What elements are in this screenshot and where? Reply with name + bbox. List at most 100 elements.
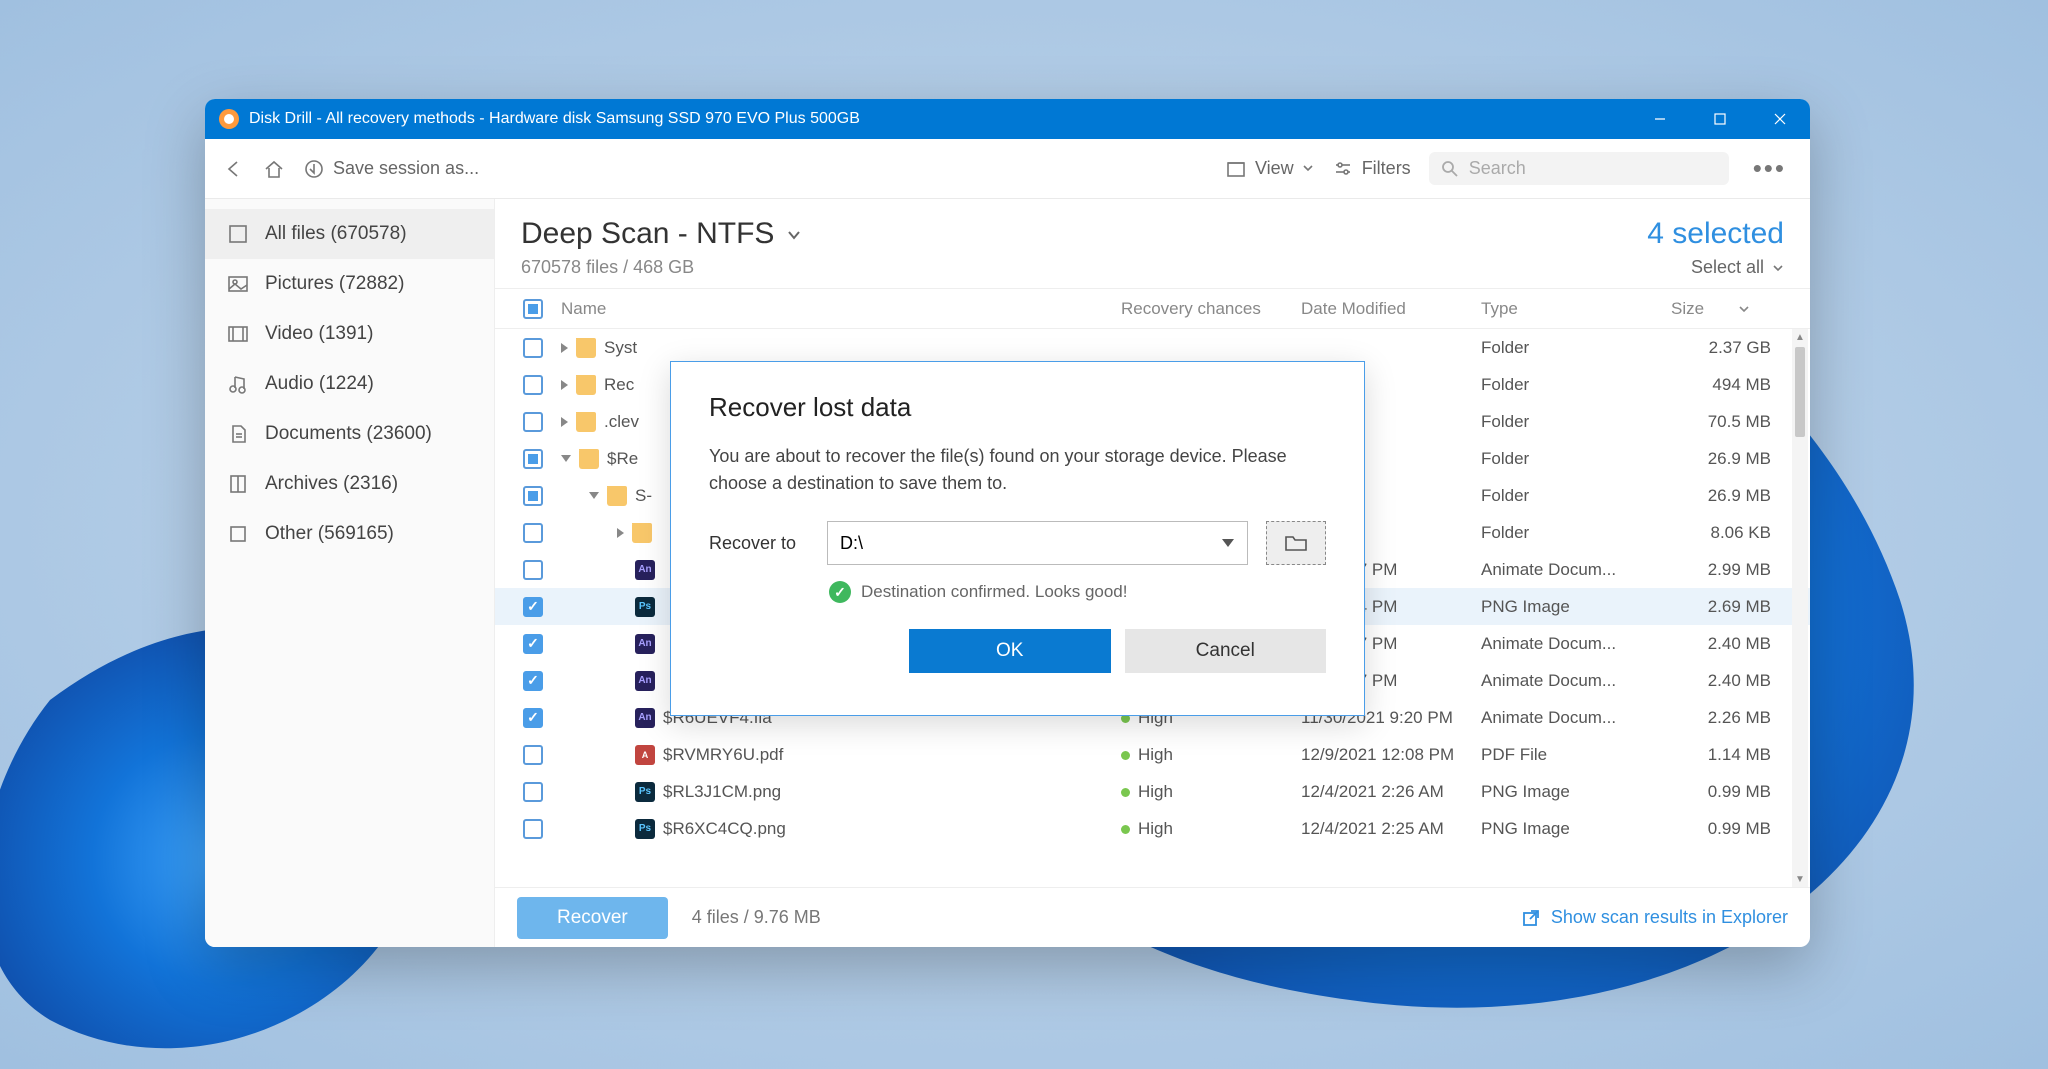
row-checkbox[interactable] [523,560,543,580]
file-type: PNG Image [1471,819,1661,839]
file-name: $RL3J1CM.png [663,782,781,802]
browse-folder-button[interactable] [1266,521,1326,565]
cancel-button[interactable]: Cancel [1125,629,1327,673]
toolbar: Save session as... View Filters Search •… [205,139,1810,199]
row-checkbox[interactable] [523,745,543,765]
save-session-button[interactable]: Save session as... [303,158,479,180]
chevron-down-icon [786,217,802,251]
recover-dialog: Recover lost data You are about to recov… [670,361,1365,716]
expand-caret-icon[interactable] [561,380,568,390]
search-placeholder: Search [1469,158,1526,179]
scrollbar[interactable]: ▲ ▼ [1792,329,1808,887]
row-checkbox[interactable] [523,449,543,469]
header-checkbox[interactable] [523,299,543,319]
show-in-explorer-link[interactable]: Show scan results in Explorer [1521,907,1788,928]
col-name[interactable]: Name [551,299,1111,319]
row-checkbox[interactable] [523,782,543,802]
file-name: .clev [604,412,639,432]
scroll-thumb[interactable] [1795,347,1805,437]
scan-subtitle: 670578 files / 468 GB [521,257,802,278]
sidebar-item-documents[interactable]: Documents (23600) [205,409,494,459]
file-size: 70.5 MB [1661,412,1791,432]
expand-caret-icon[interactable] [617,528,624,538]
file-name: $RVMRY6U.pdf [663,745,783,765]
row-checkbox[interactable] [523,597,543,617]
pdf-icon: A [635,745,655,765]
home-button[interactable] [263,158,285,180]
file-size: 2.40 MB [1661,671,1791,691]
an-icon: An [635,560,655,580]
archives-icon [227,473,249,495]
col-date[interactable]: Date Modified [1291,299,1471,319]
scroll-down-icon[interactable]: ▼ [1792,871,1808,887]
col-recovery[interactable]: Recovery chances [1111,299,1291,319]
expand-caret-icon[interactable] [561,417,568,427]
table-header: Name Recovery chances Date Modified Type… [495,289,1810,329]
recover-button[interactable]: Recover [517,897,668,939]
scroll-up-icon[interactable]: ▲ [1792,329,1808,345]
row-checkbox[interactable] [523,375,543,395]
file-type: PNG Image [1471,782,1661,802]
sidebar-item-other[interactable]: Other (569165) [205,509,494,559]
sidebar: All files (670578) Pictures (72882) Vide… [205,199,495,947]
col-type[interactable]: Type [1471,299,1661,319]
sidebar-item-archives[interactable]: Archives (2316) [205,459,494,509]
main-header: Deep Scan - NTFS 670578 files / 468 GB 4… [495,199,1810,288]
ok-button[interactable]: OK [909,629,1111,673]
table-row[interactable]: Ps$RL3J1CM.pngHigh12/4/2021 2:26 AMPNG I… [495,773,1810,810]
minimize-button[interactable] [1630,99,1690,139]
row-checkbox[interactable] [523,412,543,432]
filters-button[interactable]: Filters [1332,158,1411,180]
documents-icon [227,423,249,445]
expand-caret-icon[interactable] [589,492,599,499]
file-size: 26.9 MB [1661,486,1791,506]
back-button[interactable] [223,158,245,180]
titlebar[interactable]: Disk Drill - All recovery methods - Hard… [205,99,1810,139]
file-type: PNG Image [1471,597,1661,617]
file-type: Animate Docum... [1471,671,1661,691]
sidebar-item-audio[interactable]: Audio (1224) [205,359,494,409]
dialog-body: You are about to recover the file(s) fou… [709,443,1326,497]
table-row[interactable]: Ps$R6XC4CQ.pngHigh12/4/2021 2:25 AMPNG I… [495,810,1810,847]
file-name: $Re [607,449,638,469]
chevron-down-icon [1739,304,1749,314]
close-button[interactable] [1750,99,1810,139]
search-input[interactable]: Search [1429,152,1729,185]
sidebar-item-all-files[interactable]: All files (670578) [205,209,494,259]
more-button[interactable]: ••• [1747,153,1792,184]
row-checkbox[interactable] [523,486,543,506]
pictures-icon [227,273,249,295]
recovery-chance: High [1138,819,1173,838]
select-all-button[interactable]: Select all [1647,257,1784,278]
folder-icon [1284,533,1308,553]
sidebar-item-pictures[interactable]: Pictures (72882) [205,259,494,309]
scan-title[interactable]: Deep Scan - NTFS [521,217,802,251]
search-icon [1441,160,1459,178]
view-button[interactable]: View [1225,158,1314,180]
chevron-down-icon [1302,158,1314,179]
audio-icon [227,373,249,395]
expand-caret-icon[interactable] [561,343,568,353]
row-checkbox[interactable] [523,634,543,654]
folder-icon [607,486,627,506]
row-checkbox[interactable] [523,708,543,728]
table-row[interactable]: A$RVMRY6U.pdfHigh12/9/2021 12:08 PMPDF F… [495,736,1810,773]
row-checkbox[interactable] [523,338,543,358]
folder-icon [576,375,596,395]
recover-to-select[interactable]: D:\ [827,521,1248,565]
status-dot-icon [1121,788,1130,797]
folder-icon [576,338,596,358]
row-checkbox[interactable] [523,819,543,839]
sidebar-item-video[interactable]: Video (1391) [205,309,494,359]
col-size[interactable]: Size [1661,299,1791,319]
file-name: Rec [604,375,634,395]
dialog-title: Recover lost data [709,392,1326,423]
row-checkbox[interactable] [523,523,543,543]
maximize-button[interactable] [1690,99,1750,139]
folder-icon [632,523,652,543]
expand-caret-icon[interactable] [561,455,571,462]
folder-icon [579,449,599,469]
an-icon: An [635,671,655,691]
row-checkbox[interactable] [523,671,543,691]
window-controls [1630,99,1810,139]
